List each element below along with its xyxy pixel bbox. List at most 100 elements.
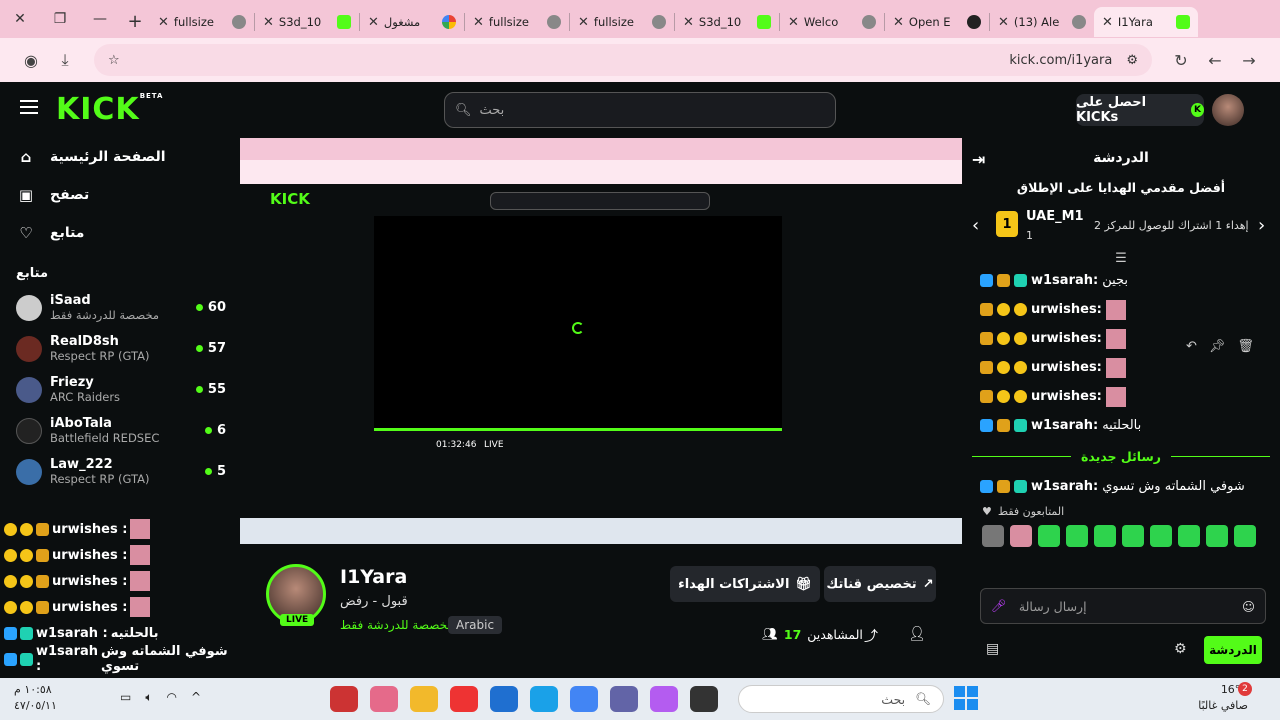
url-field[interactable]: ☆ kick.com/i1yara ⚙	[94, 44, 1152, 76]
browser-app-icon[interactable]	[370, 686, 398, 712]
sidebar-item-browse[interactable]: ▣ تصفح	[0, 176, 240, 214]
menu-icon[interactable]	[20, 100, 38, 114]
microphone-icon[interactable]: 🎤︎	[991, 598, 1007, 614]
forward-icon[interactable]: →	[1232, 51, 1266, 70]
pin-icon[interactable]: 📌︎	[1209, 339, 1226, 354]
emote-icon[interactable]	[1066, 525, 1088, 547]
chat-username[interactable]: w1sarah:	[1031, 479, 1098, 494]
gift-subs-button[interactable]: الاشتراكات الهداء 🎁︎	[670, 566, 820, 602]
teams-icon[interactable]	[610, 686, 638, 712]
tab-close-icon[interactable]: ✕	[473, 15, 484, 30]
emote-icon[interactable]	[1178, 525, 1200, 547]
emote-icon[interactable]	[1234, 525, 1256, 547]
tab-close-icon[interactable]: ✕	[158, 15, 169, 30]
language-tag[interactable]: Arabic	[448, 616, 503, 634]
share-icon[interactable]: ⤴	[864, 626, 878, 646]
clock[interactable]: ١٠:٥٨ م ٤٧/٠٥/١١	[14, 682, 57, 714]
tab-close-icon[interactable]: ✕	[368, 15, 379, 30]
chat-input[interactable]: 🎤︎ إرسال رسالة ☺	[980, 588, 1266, 624]
app-icon[interactable]	[330, 686, 358, 712]
store-app-icon[interactable]	[690, 686, 718, 712]
delete-icon[interactable]: 🗑︎	[1237, 339, 1254, 354]
tab-close-icon[interactable]: ✕	[1102, 15, 1113, 30]
chevron-left-icon[interactable]: ‹	[972, 215, 979, 236]
browser-tab[interactable]: ✕ Welco	[780, 7, 884, 37]
file-explorer-icon[interactable]	[410, 686, 438, 712]
new-tab-icon[interactable]: +	[120, 11, 150, 32]
sidebar-item-following[interactable]: ♡ متابع	[0, 214, 240, 252]
user-avatar[interactable]	[1212, 94, 1244, 126]
browser-tab-active[interactable]: ✕ I1Yara	[1094, 7, 1198, 37]
wifi-icon[interactable]: ◠	[167, 690, 177, 705]
get-kicks-button[interactable]: احصل على KICKs K	[1076, 94, 1204, 126]
stream-category[interactable]: مخصصة للدردشة فقط	[340, 618, 454, 632]
chat-username[interactable]: w1sarah:	[1031, 273, 1098, 288]
tab-close-icon[interactable]: ✕	[263, 15, 274, 30]
browser-tab[interactable]: ✕ S3d_10	[255, 7, 359, 37]
new-messages-divider[interactable]: رسائل جديدة	[962, 442, 1280, 470]
search-input[interactable]: 🔍︎ بحث	[444, 92, 836, 128]
download-icon[interactable]: ⤓	[48, 50, 82, 70]
restore-window-icon[interactable]: ❐	[40, 0, 80, 38]
opera-icon[interactable]	[450, 686, 478, 712]
chat-username[interactable]: urwishes:	[1031, 331, 1102, 346]
tab-close-icon[interactable]: ✕	[788, 15, 799, 30]
chat-username[interactable]: urwishes:	[1031, 389, 1102, 404]
tab-close-icon[interactable]: ✕	[998, 15, 1009, 30]
channel-item[interactable]: RealD8sh Respect RP (GTA) 57	[0, 328, 240, 369]
emote-icon[interactable]	[1094, 525, 1116, 547]
video-player[interactable]: KICK 01:32:46 LIVE	[240, 138, 962, 544]
chat-username[interactable]: w1sarah:	[1031, 418, 1098, 433]
tab-close-icon[interactable]: ✕	[893, 15, 904, 30]
streamer-name[interactable]: I1Yara	[340, 566, 407, 588]
emote-icon[interactable]	[1038, 525, 1060, 547]
edge-icon[interactable]	[530, 686, 558, 712]
taskbar-search[interactable]: بحث 🔍︎	[738, 685, 944, 713]
kick-logo[interactable]: KICKBETA	[56, 92, 163, 127]
reply-icon[interactable]: ↶	[1186, 339, 1197, 354]
chat-username[interactable]: urwishes:	[1031, 360, 1102, 375]
emote-icon[interactable]	[982, 525, 1004, 547]
browser-tab[interactable]: ✕ مشغول	[360, 7, 464, 37]
follow-user-icon[interactable]: 👤︎	[908, 626, 926, 642]
browser-tab[interactable]: ✕ S3d_10	[675, 7, 779, 37]
channel-item[interactable]: Friezy ARC Raiders 55	[0, 369, 240, 410]
gifter-name[interactable]: UAE_M1	[1026, 209, 1084, 224]
store-icon[interactable]: ▤	[986, 641, 999, 657]
emote-icon[interactable]	[1206, 525, 1228, 547]
browser-tab[interactable]: ✕ (13) Ale	[990, 7, 1094, 37]
tab-close-icon[interactable]: ✕	[578, 15, 589, 30]
battery-icon[interactable]: ▭	[120, 690, 131, 705]
filter-icon[interactable]: ☰	[962, 251, 1280, 266]
star-icon[interactable]: ☆	[108, 53, 120, 68]
browser-tab[interactable]: ✕ fullsize	[465, 7, 569, 37]
sidebar-item-home[interactable]: ⌂ الصفحة الرئيسية	[0, 138, 240, 176]
gear-icon[interactable]: ⚙	[1174, 641, 1187, 657]
reload-icon[interactable]: ↻	[1164, 51, 1198, 70]
site-settings-icon[interactable]: ⚙	[1126, 53, 1138, 68]
emote-icon[interactable]	[1122, 525, 1144, 547]
send-chat-button[interactable]: الدردشة	[1204, 636, 1262, 664]
channel-item[interactable]: iAboTala Battlefield REDSEC 6	[0, 410, 240, 451]
outlook-icon[interactable]	[490, 686, 518, 712]
tab-close-icon[interactable]: ✕	[683, 15, 694, 30]
profile-icon[interactable]: ◉	[14, 51, 48, 70]
collapse-chat-icon[interactable]: ⇥	[972, 150, 985, 169]
windows-start-icon[interactable]	[954, 686, 978, 710]
emoji-icon[interactable]: ☺	[1242, 599, 1255, 614]
tray-expand-icon[interactable]: ^	[191, 690, 201, 705]
browser-tab[interactable]: ✕ fullsize	[570, 7, 674, 37]
chat-username[interactable]: urwishes:	[1031, 302, 1102, 317]
emote-icon[interactable]	[1150, 525, 1172, 547]
close-window-icon[interactable]: ✕	[0, 0, 40, 38]
emote-icon[interactable]	[1010, 525, 1032, 547]
channel-item[interactable]: iSaad مخصصة للدردشة فقط 60	[0, 287, 240, 328]
channel-item[interactable]: Law_222 Respect RP (GTA) 5	[0, 451, 240, 492]
minimize-window-icon[interactable]: —	[80, 0, 120, 38]
back-icon[interactable]: ←	[1198, 51, 1232, 70]
chrome-icon[interactable]	[570, 686, 598, 712]
volume-icon[interactable]: 🔈︎	[145, 690, 152, 705]
copilot-icon[interactable]	[650, 686, 678, 712]
chevron-right-icon[interactable]: ›	[1258, 215, 1265, 236]
browser-tab[interactable]: ✕ fullsize	[150, 7, 254, 37]
